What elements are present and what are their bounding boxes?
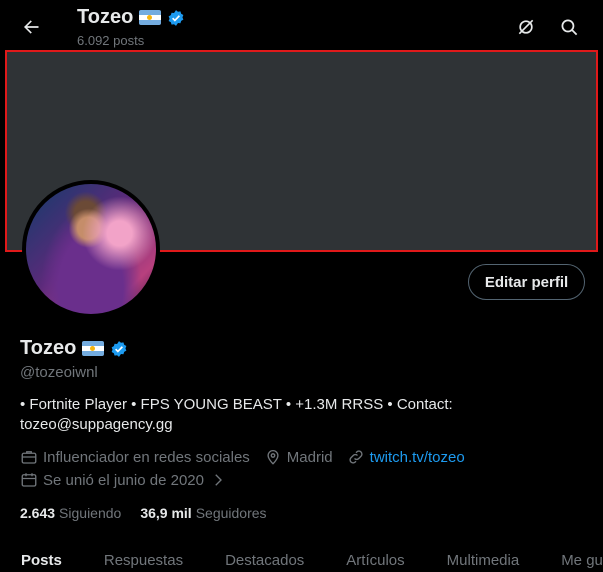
header-title-row: Tozeo — [77, 6, 185, 29]
profile-meta-row: Influenciador en redes sociales Madrid t… — [20, 448, 479, 466]
profile-name-row: Tozeo — [20, 337, 128, 360]
argentina-flag-icon — [139, 10, 162, 25]
chevron-right-icon — [215, 474, 222, 486]
profile-website-link[interactable]: twitch.tv/tozeo — [370, 449, 465, 466]
website-item: twitch.tv/tozeo — [347, 448, 465, 466]
following-count: 2.643 — [20, 505, 56, 521]
follow-stats-row: 2.643 Siguiendo 36,9 mil Seguidores — [20, 505, 286, 521]
tab-replies[interactable]: Respuestas — [83, 552, 204, 572]
category-item: Influenciador en redes sociales — [20, 448, 250, 466]
tab-highlights[interactable]: Destacados — [204, 552, 325, 572]
calendar-icon — [21, 473, 37, 487]
link-icon — [349, 450, 363, 464]
profile-tabs: Posts Respuestas Destacados Artículos Mu… — [0, 552, 603, 572]
profile-name: Tozeo — [20, 337, 77, 359]
search-icon — [561, 19, 577, 35]
followers-label: Seguidores — [195, 505, 267, 521]
grok-button[interactable] — [509, 10, 543, 44]
profile-location: Madrid — [286, 448, 333, 466]
tab-articles[interactable]: Artículos — [325, 552, 425, 572]
briefcase-icon — [21, 451, 37, 464]
tab-media[interactable]: Multimedia — [426, 552, 541, 572]
verified-badge-icon — [168, 9, 184, 26]
location-item: Madrid — [264, 448, 333, 466]
following-link[interactable]: 2.643 Siguiendo — [20, 505, 121, 521]
verified-badge-icon[interactable] — [110, 340, 128, 358]
top-bar: Tozeo 6.092 posts — [0, 0, 603, 52]
tab-likes[interactable]: Me gusta — [540, 552, 603, 572]
following-label: Siguiendo — [59, 505, 122, 521]
edit-profile-button[interactable]: Editar perfil — [468, 264, 585, 300]
grok-icon — [518, 19, 534, 35]
profile-joined-date: Se unió el junio de 2020 — [43, 471, 204, 489]
argentina-flag-icon — [82, 341, 105, 356]
tab-posts[interactable]: Posts — [0, 552, 83, 572]
profile-handle: @tozeoiwnl — [20, 364, 98, 381]
joined-date-row[interactable]: Se unió el junio de 2020 — [20, 471, 227, 489]
back-arrow-icon — [24, 20, 39, 34]
profile-category: Influenciador en redes sociales — [43, 448, 250, 466]
profile-bio: • Fortnite Player • FPS YOUNG BEAST • +1… — [20, 396, 453, 433]
followers-count: 36,9 mil — [140, 505, 192, 521]
back-button[interactable] — [14, 10, 48, 44]
profile-avatar[interactable] — [22, 180, 160, 318]
posts-count: 6.092 posts — [77, 33, 145, 48]
header-title: Tozeo — [77, 6, 134, 28]
followers-link[interactable]: 36,9 mil Seguidores — [140, 505, 266, 521]
location-pin-icon — [267, 450, 279, 465]
search-button[interactable] — [552, 10, 586, 44]
